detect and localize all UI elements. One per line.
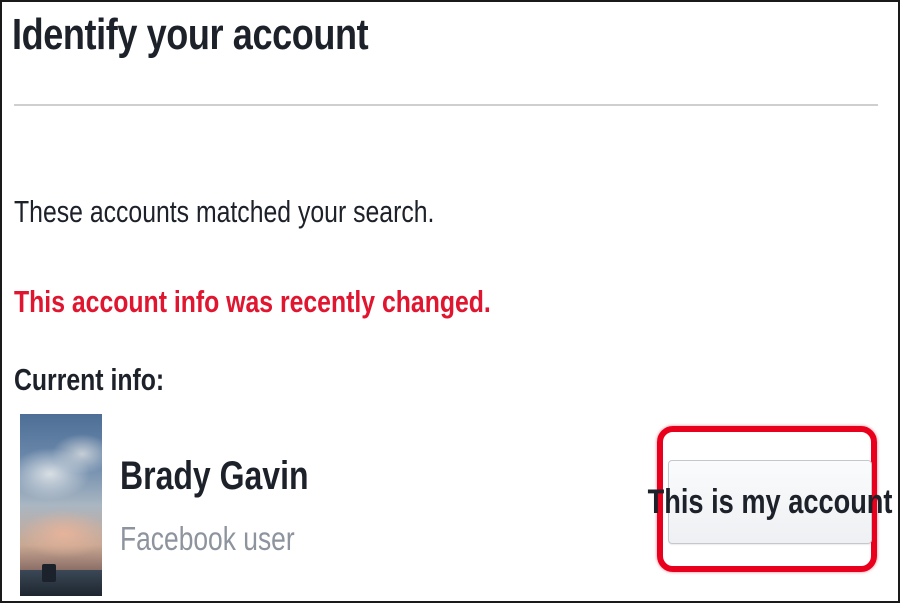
profile-avatar bbox=[20, 414, 102, 596]
account-subtitle: Facebook user bbox=[120, 520, 295, 557]
this-is-my-account-button[interactable]: This is my account bbox=[648, 460, 892, 544]
search-results-description: These accounts matched your search. bbox=[14, 194, 435, 229]
this-is-my-account-label: This is my account bbox=[647, 482, 893, 521]
account-identify-panel: Identify your account These accounts mat… bbox=[0, 0, 900, 603]
avatar-ground bbox=[20, 570, 102, 596]
current-info-label: Current info: bbox=[14, 362, 165, 397]
account-changed-warning: This account info was recently changed. bbox=[14, 284, 491, 319]
account-name: Brady Gavin bbox=[120, 454, 309, 498]
header-divider bbox=[14, 104, 878, 106]
avatar-figure bbox=[42, 564, 56, 582]
page-title: Identify your account bbox=[12, 10, 369, 59]
